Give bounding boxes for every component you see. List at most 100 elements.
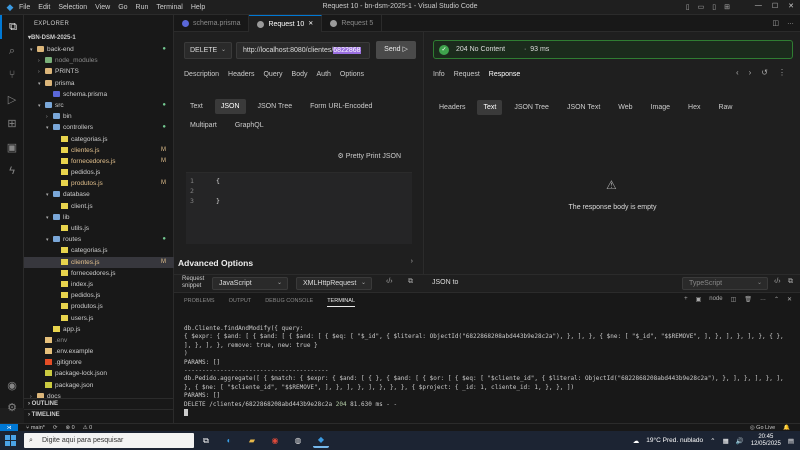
send-button[interactable]: Send ▷ (376, 41, 416, 59)
view-json-text[interactable]: JSON Text (561, 100, 606, 115)
weather-text[interactable]: 19°C Pred. nublado (646, 437, 703, 444)
vscode-taskbar-icon[interactable]: ◆ (313, 433, 329, 448)
folder-item[interactable]: ▾ prisma (24, 78, 174, 89)
chrome-icon[interactable]: ◉ (267, 433, 283, 448)
tab-request-10[interactable]: Request 10 ✕ (249, 15, 323, 33)
advanced-options-label[interactable]: Advanced Options (178, 258, 253, 268)
tab-schema-prisma[interactable]: schema.prisma (174, 15, 250, 32)
next-icon[interactable]: › (749, 68, 752, 77)
tab-body[interactable]: Body (292, 71, 308, 78)
tray-arrow-icon[interactable]: ⌃ (710, 437, 715, 445)
file-item[interactable]: clientes.js M (24, 145, 174, 156)
tab-options[interactable]: Options (340, 71, 364, 78)
github-desktop-icon[interactable]: ◍ (290, 433, 306, 448)
maximize-button[interactable]: ☐ (772, 2, 778, 10)
extensions-icon[interactable]: ⊞ (0, 111, 24, 135)
source-control-icon[interactable]: ⑂ (0, 63, 24, 87)
windows-start-icon[interactable] (5, 435, 16, 446)
copy-icon-2[interactable]: ⧉ (788, 278, 793, 286)
view-json-tree[interactable]: JSON Tree (508, 100, 555, 115)
file-item[interactable]: produtos.js M (24, 178, 174, 189)
file-item[interactable]: categorias.js (24, 245, 174, 256)
view-web[interactable]: Web (612, 100, 638, 115)
view-image[interactable]: Image (645, 100, 676, 115)
file-item[interactable]: clientes.js M (24, 256, 174, 268)
chevron-right-icon[interactable]: › (411, 258, 413, 265)
more-icon[interactable]: … (787, 19, 794, 27)
panel-tab-problems[interactable]: PROBLEMS (184, 298, 215, 307)
tab-auth[interactable]: Auth (317, 71, 331, 78)
folder-item[interactable]: › bin (24, 111, 174, 122)
toggle-sidebar-icon[interactable]: ▯ (686, 3, 690, 11)
menu-item-go[interactable]: Go (118, 4, 127, 11)
file-item[interactable]: .env (24, 335, 174, 346)
view-raw[interactable]: Raw (712, 100, 738, 115)
file-item[interactable]: produtos.js (24, 301, 174, 312)
view-headers[interactable]: Headers (433, 100, 471, 115)
file-item[interactable]: fornecedores.js M (24, 156, 174, 167)
folder-item[interactable]: ▾ back-end ● (24, 44, 174, 55)
file-item[interactable]: fornecedores.js (24, 268, 174, 279)
menu-item-view[interactable]: View (95, 4, 110, 11)
menu-item-run[interactable]: Run (136, 4, 149, 11)
terminal-output[interactable]: db.Cliente.findAndModify({ query:{ $expr… (184, 325, 784, 418)
task-view-icon[interactable]: ⧉ (198, 433, 214, 448)
panel-tab-output[interactable]: OUTPUT (229, 298, 252, 307)
file-item[interactable]: package.json (24, 380, 174, 391)
more-icon[interactable]: ⋮ (778, 68, 786, 77)
folder-item[interactable]: ▾ routes ● (24, 234, 174, 245)
folder-item[interactable]: ▾ database (24, 189, 174, 200)
folder-item[interactable]: ▾ controllers ● (24, 122, 174, 133)
tab-query[interactable]: Query (263, 71, 282, 78)
toggle-panel-icon[interactable]: ▭ (698, 3, 705, 11)
file-item[interactable]: .gitignore (24, 357, 174, 368)
panel-tab-debug-console[interactable]: DEBUG CONSOLE (265, 298, 313, 307)
view-hex[interactable]: Hex (682, 100, 706, 115)
body-editor[interactable]: 1 {2 3} (186, 172, 412, 244)
workspace-root[interactable]: ▾BN-DSM-2025-1 (24, 33, 173, 44)
panel-tab-terminal[interactable]: TERMINAL (327, 298, 355, 307)
method-select[interactable]: DELETE ⌄ (184, 42, 232, 59)
volume-icon[interactable]: 🔊 (736, 437, 744, 445)
tab-info[interactable]: Info (433, 71, 445, 78)
file-item[interactable]: utils.js (24, 223, 174, 234)
body-type-json[interactable]: JSON (214, 99, 246, 114)
customize-layout-icon[interactable]: ⊞ (724, 3, 730, 11)
menu-item-edit[interactable]: Edit (38, 4, 50, 11)
view-text[interactable]: Text (477, 100, 503, 115)
language-select[interactable]: JavaScript ⌄ (212, 277, 288, 290)
close-icon[interactable]: ✕ (308, 16, 313, 33)
timeline-section[interactable]: › TIMELINE (24, 409, 174, 420)
more-icon[interactable]: … (760, 296, 766, 303)
client-select[interactable]: XMLHttpRequest ⌄ (296, 277, 372, 290)
file-item[interactable]: .env.example (24, 346, 174, 357)
notification-center-icon[interactable]: ▤ (788, 437, 794, 445)
file-item[interactable]: schema.prisma (24, 89, 174, 100)
explorer-icon[interactable]: ⧉ (0, 15, 24, 39)
maximize-panel-icon[interactable]: ⌃ (774, 296, 779, 303)
copy-icon[interactable]: ⧉ (408, 278, 413, 286)
file-explorer-icon[interactable]: ▰ (244, 433, 260, 448)
close-panel-icon[interactable]: ✕ (787, 296, 792, 303)
file-item[interactable]: categorias.js (24, 134, 174, 145)
tab-response[interactable]: Response (489, 71, 521, 78)
toggle-secondary-sidebar-icon[interactable]: ▯ (712, 3, 716, 11)
file-item[interactable]: package-lock.json (24, 368, 174, 379)
menu-item-file[interactable]: File (19, 4, 30, 11)
split-terminal-icon[interactable]: ◫ (731, 296, 737, 303)
file-item[interactable]: pedidos.js (24, 290, 174, 301)
folder-item[interactable]: ▾ src ● (24, 100, 174, 111)
shell-name[interactable]: node (709, 296, 722, 303)
body-type-graphql[interactable]: GraphQL (229, 118, 270, 133)
prev-icon[interactable]: ‹ (736, 68, 739, 77)
menu-item-terminal[interactable]: Terminal (156, 4, 182, 11)
url-input[interactable]: http://localhost:8080/clientes/6822868 (236, 42, 370, 59)
search-icon[interactable]: ⌕ (0, 39, 24, 63)
menu-item-help[interactable]: Help (191, 4, 205, 11)
network-icon[interactable]: ▦ (723, 437, 729, 445)
history-icon[interactable]: ↺ (761, 68, 768, 77)
file-item[interactable]: index.js (24, 279, 174, 290)
body-type-multipart[interactable]: Multipart (184, 118, 223, 133)
tab-request[interactable]: Request (454, 71, 480, 78)
menu-item-selection[interactable]: Selection (58, 4, 87, 11)
